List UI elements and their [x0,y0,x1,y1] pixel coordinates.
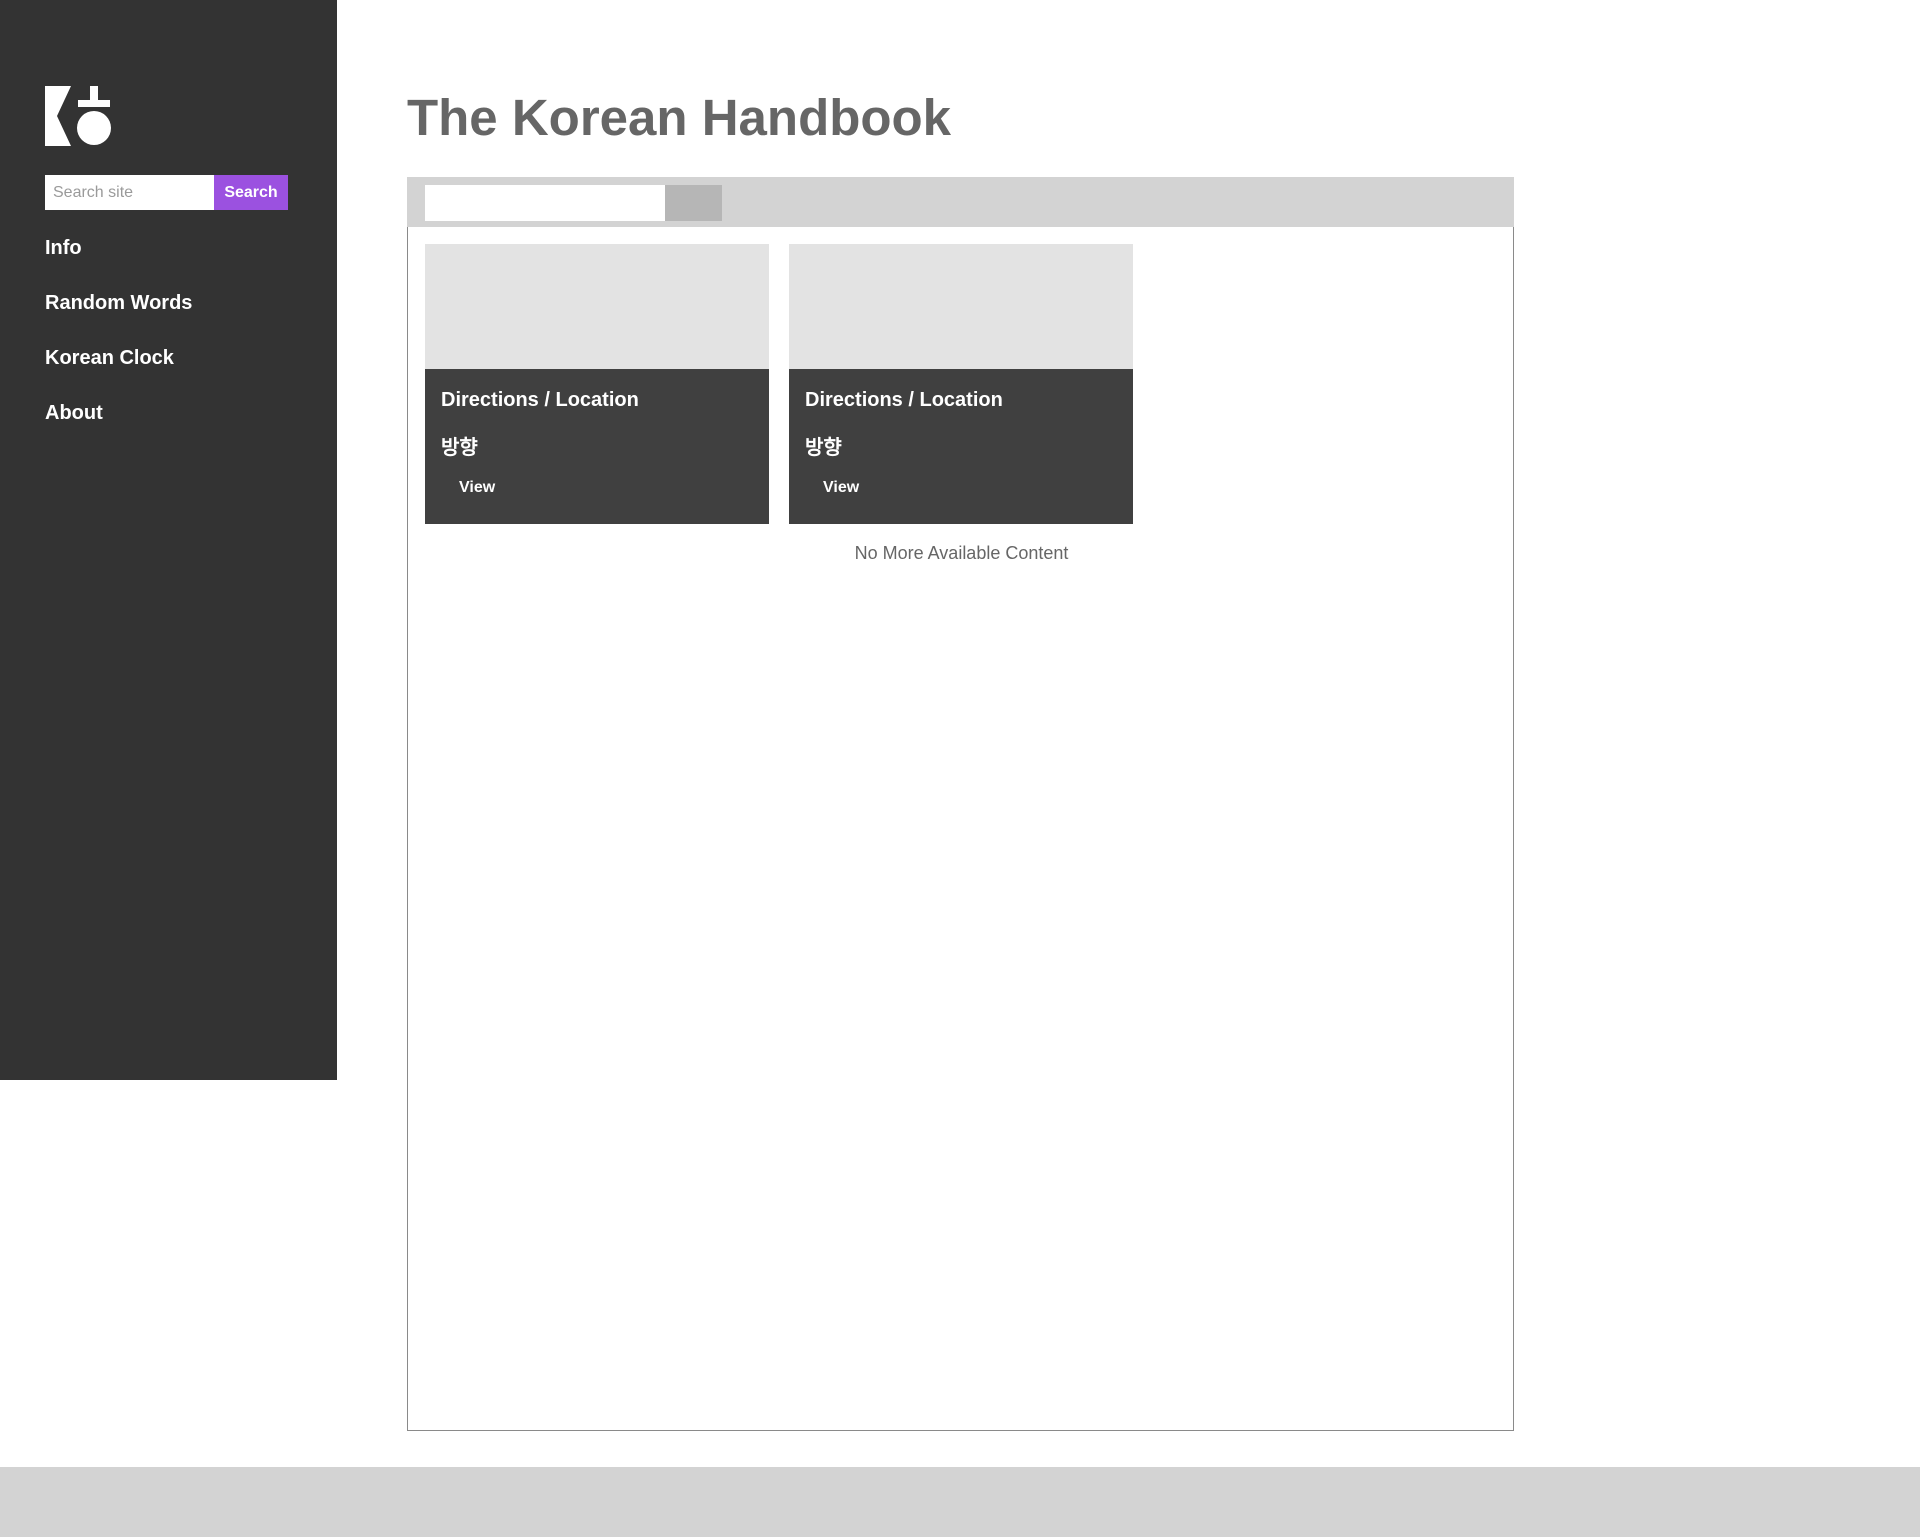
card-body: Directions / Location 방향 View [789,369,1133,524]
content-panel: Directions / Location 방향 View Directions… [407,177,1514,1431]
word-card[interactable]: Directions / Location 방향 View [789,244,1133,524]
card-korean-word: 방향 [441,435,478,459]
panel-toolbar [407,177,1514,227]
card-image [425,244,769,369]
end-of-content-message: No More Available Content [854,543,1069,563]
footer [0,1467,1920,1537]
nav-item-about[interactable]: About [45,393,192,448]
korean-hangul-logo-icon[interactable] [45,86,115,146]
sidebar-nav: Info Random Words Korean Clock About [45,228,192,448]
card-body: Directions / Location 방향 View [425,369,769,524]
nav-item-random-words[interactable]: Random Words [45,283,192,338]
card-title: Directions / Location [805,389,1003,411]
sidebar: Search Info Random Words Korean Clock Ab… [0,0,337,1080]
panel-search-input[interactable] [425,185,665,221]
site-search-button[interactable]: Search [214,175,288,210]
panel-search-button[interactable] [665,185,722,221]
nav-item-info[interactable]: Info [45,228,192,283]
card-view-button[interactable]: View [823,479,859,497]
word-card[interactable]: Directions / Location 방향 View [425,244,769,524]
card-title: Directions / Location [441,389,639,411]
site-search: Search [45,175,288,210]
card-image [789,244,1133,369]
card-korean-word: 방향 [805,435,842,459]
site-search-input[interactable] [45,175,214,210]
nav-item-korean-clock[interactable]: Korean Clock [45,338,192,393]
card-view-button[interactable]: View [459,479,495,497]
page-title: The Korean Handbook [407,89,952,146]
